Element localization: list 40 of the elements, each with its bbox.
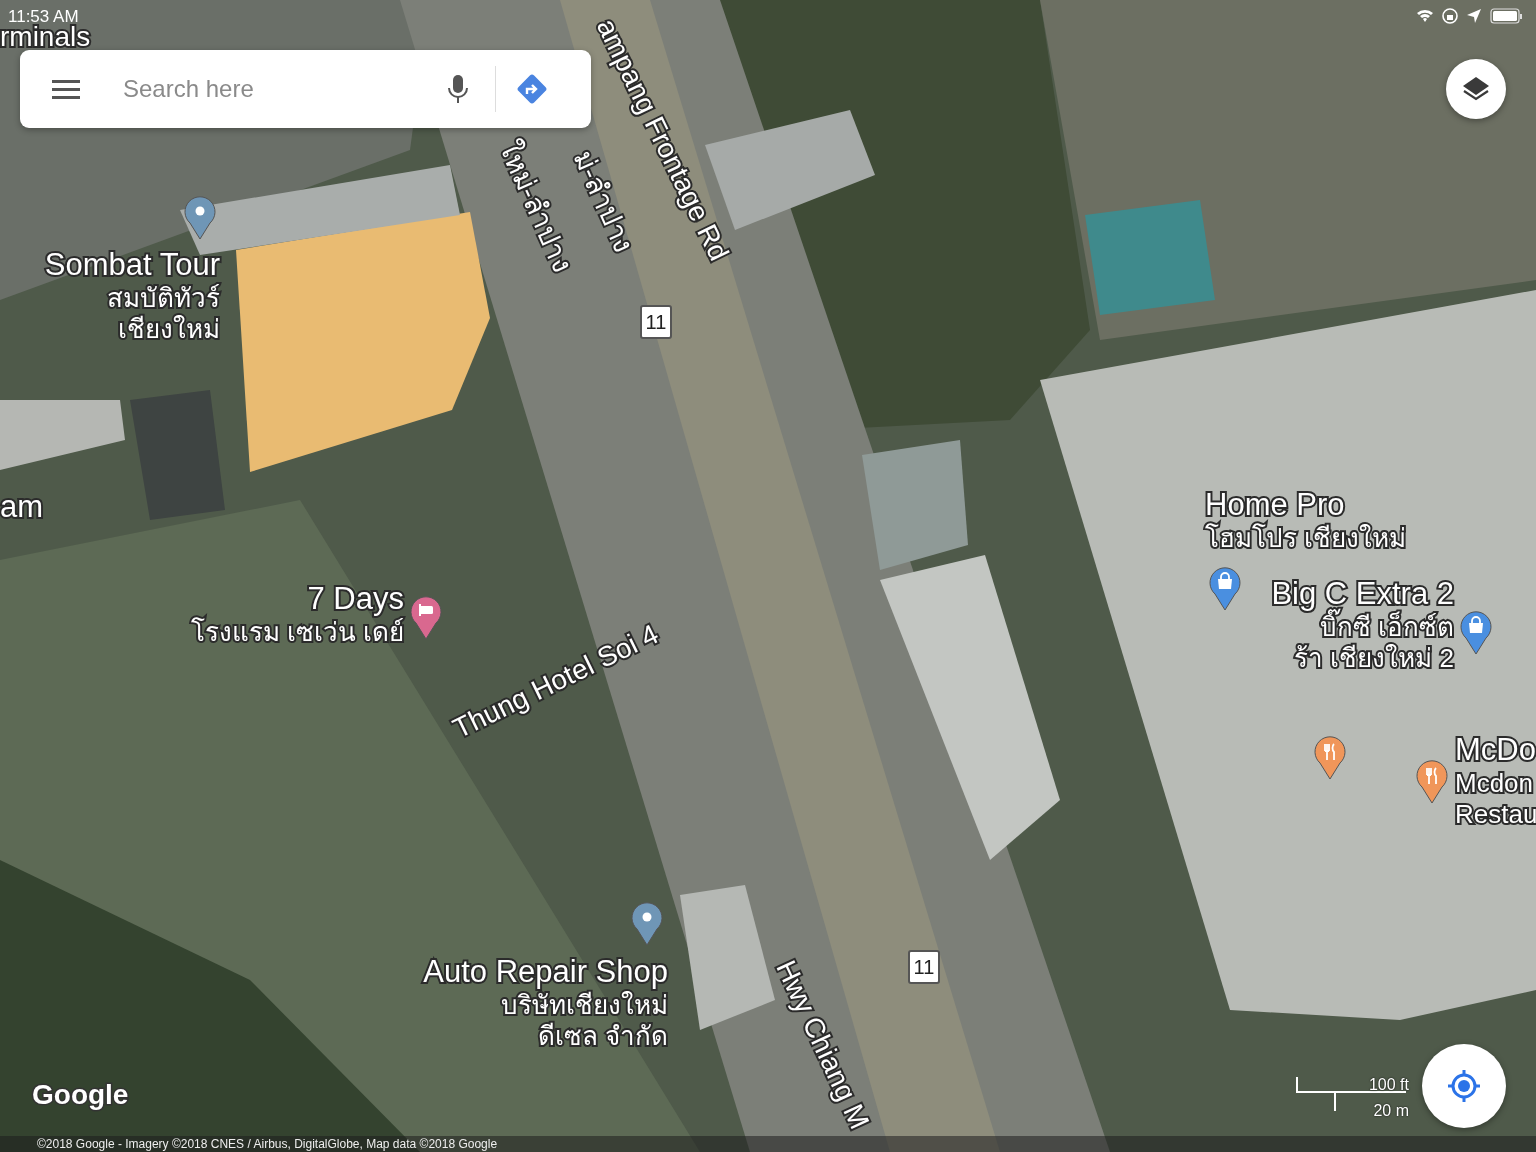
place-subtitle: Mcdon [1455, 768, 1535, 800]
wifi-icon [1417, 9, 1433, 22]
fork-knife-pin-icon[interactable] [1416, 760, 1448, 804]
place-name: McDo [1455, 731, 1536, 769]
rotation-lock-icon [1442, 8, 1458, 24]
search-bar[interactable]: Search here [20, 50, 591, 128]
bag-pin-icon[interactable] [1209, 567, 1241, 611]
road-name: Hwy Chiang M [769, 956, 875, 1134]
place-name: am [0, 488, 44, 526]
place-pin-icon[interactable] [184, 196, 216, 240]
status-time: 11:53 AM [8, 6, 79, 26]
place-subtitle: สมบัติทัวร์ [106, 283, 220, 315]
battery-icon [1490, 8, 1522, 24]
place-name: Home Pro [1205, 486, 1346, 523]
place-subtitle: Restau [1455, 799, 1536, 831]
place-name: 7 Days [306, 580, 404, 618]
place-name: Sombat Tour [44, 246, 220, 284]
menu-icon[interactable] [52, 79, 80, 99]
place-subtitle: โฮมโปร เชียงใหม่ [1205, 523, 1407, 555]
place-pin-icon[interactable] [631, 902, 663, 946]
road-name: Thung Hotel Soi 4 [448, 619, 664, 745]
place-subtitle: ดีเซล จำกัด [536, 1021, 668, 1053]
place-subtitle: ร้า เชียงใหม่ 2 [1293, 643, 1454, 675]
place-subtitle: บริษัทเชียงใหม่ [500, 990, 668, 1022]
bag-pin-icon[interactable] [1460, 611, 1492, 655]
crosshair-icon [1446, 1068, 1482, 1104]
location-arrow-icon [1467, 9, 1481, 23]
route-shield: 11 [908, 950, 940, 984]
search-field[interactable]: Search here [121, 70, 441, 108]
place-subtitle: โรงแรม เซเว่น เดย์ [190, 617, 404, 649]
microphone-icon[interactable] [447, 74, 469, 104]
place-name: rminals [0, 23, 91, 51]
route-shield: 11 [640, 305, 672, 339]
scale-label: 20 m [1373, 1101, 1409, 1121]
google-logo: Google [32, 1078, 129, 1112]
place-subtitle: เชียงใหม่ [117, 314, 220, 346]
scale-label: 100 ft [1368, 1075, 1409, 1095]
place-name: Auto Repair Shop [423, 953, 668, 991]
fork-knife-pin-icon[interactable] [1314, 736, 1346, 780]
attribution-text: ©2018 Google - Imagery ©2018 CNES / Airbus, DigitalGlobe, Map data ©2018 Google [0, 1136, 1536, 1152]
